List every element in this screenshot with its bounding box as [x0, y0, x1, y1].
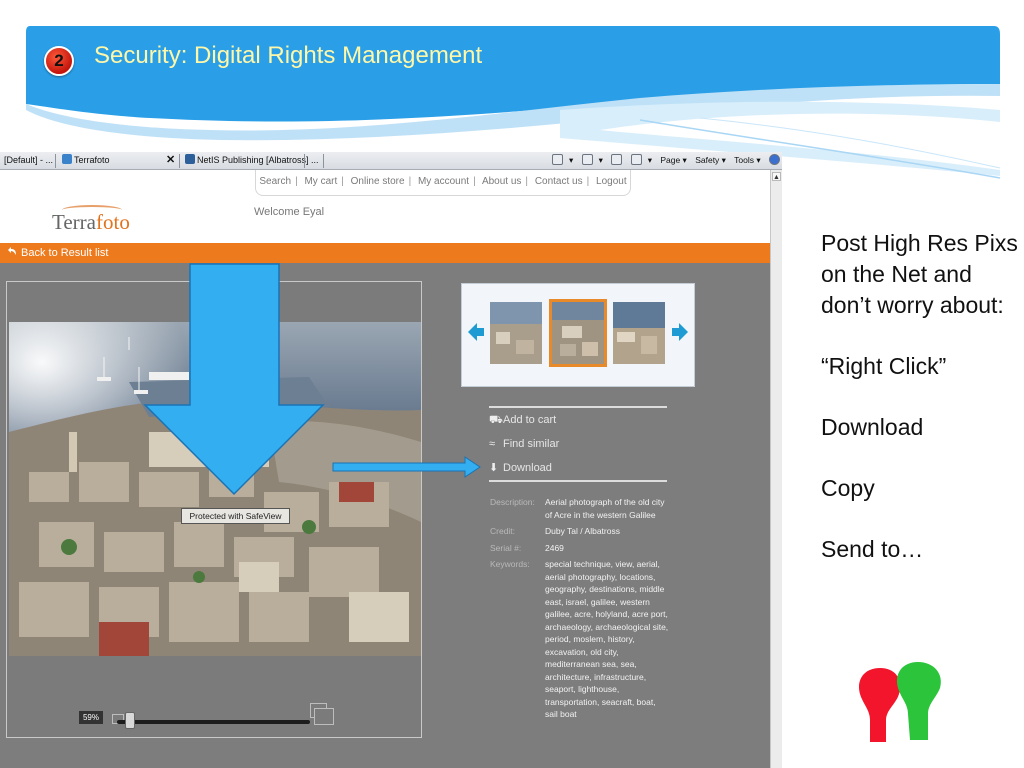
mail-icon[interactable]: [611, 154, 623, 165]
site-header: Search | My cart | Online store | My accoun…: [0, 170, 770, 243]
help-icon[interactable]: [769, 154, 781, 165]
detail-value: Aerial photograph of the old city of Acr…: [545, 497, 665, 520]
top-navigation: Search | My cart | Online store | My accoun…: [255, 170, 631, 196]
detail-row-description: Description: Aerial photograph of the old…: [490, 496, 670, 521]
thumbnail-1[interactable]: [490, 302, 542, 364]
detail-key: Description:: [490, 497, 535, 507]
tab-label: Terrafoto: [74, 155, 110, 165]
tab-separator: [55, 154, 56, 168]
thumbnail-3[interactable]: [613, 302, 665, 364]
tab-terrafoto[interactable]: Terrafoto: [58, 153, 164, 169]
tab-default[interactable]: [Default] - ...: [0, 153, 54, 169]
print-icon[interactable]: [630, 154, 642, 165]
divider: [489, 480, 667, 482]
find-similar-label: Find similar: [503, 438, 560, 450]
safeview-protection-label: Protected with SafeView: [181, 508, 290, 524]
cart-icon: ⛟: [489, 414, 503, 426]
zoom-percentage: 59%: [79, 711, 103, 724]
download-button[interactable]: ⬇ Download: [489, 456, 667, 480]
bullet-intro: Post High Res Pixs on the Net and don’t …: [821, 230, 1018, 318]
feeds-icon[interactable]: [581, 154, 593, 165]
add-to-cart-label: Add to cart: [503, 414, 557, 426]
browser-command-bar: ▾ ▾ ▾ Page ▾ Safety ▾ Tools ▾: [552, 153, 782, 169]
welcome-message: Welcome Eyal: [254, 206, 325, 218]
bullet-send-to: Send to…: [821, 536, 924, 562]
bullet-right-click: “Right Click”: [821, 353, 947, 379]
logo-main: Terra: [52, 210, 96, 234]
detail-value: Duby Tal / Albatross: [545, 526, 620, 536]
detail-value: special technique, view, aerial, aerial …: [545, 559, 669, 719]
safety-menu[interactable]: Safety ▾: [695, 155, 726, 165]
tab-label: NetIS Publishing [Albatross] ...: [197, 155, 319, 165]
browser-window: [Default] - ... Terrafoto ✕ NetIS Publis…: [0, 152, 782, 768]
download-label: Download: [503, 462, 552, 474]
detail-row-serial: Serial #: 2469: [490, 542, 670, 555]
download-icon: ⬇: [489, 462, 499, 474]
detail-row-keywords: Keywords: special technique, view, aerial…: [490, 558, 670, 721]
nav-search[interactable]: Search: [259, 176, 291, 187]
prev-arrow-icon[interactable]: [468, 322, 484, 342]
aerial-photo: [9, 322, 421, 656]
detail-value: 2469: [545, 542, 564, 553]
thumbnail-2-selected[interactable]: [549, 299, 607, 367]
slide-number-badge: 2: [44, 46, 74, 76]
similar-icon: ≈: [489, 438, 496, 450]
terrafoto-logo[interactable]: Terrafoto: [52, 210, 130, 235]
logo-accent: foto: [96, 210, 130, 234]
tab-separator: [304, 154, 305, 168]
nav-my-account[interactable]: My account: [418, 176, 469, 187]
find-similar-button[interactable]: ≈ Find similar: [489, 432, 667, 456]
page-scrollbar[interactable]: ▲: [770, 170, 782, 768]
next-arrow-icon[interactable]: [672, 322, 688, 342]
nav-logout[interactable]: Logout: [596, 176, 627, 187]
tab-label: [Default] - ...: [4, 155, 54, 165]
thumbnail-carousel: [461, 283, 695, 387]
back-link-label: Back to Result list: [21, 247, 109, 259]
nav-about-us[interactable]: About us: [482, 176, 521, 187]
image-details: Description: Aerial photograph of the old…: [490, 496, 670, 725]
scroll-up-arrow-icon[interactable]: ▲: [772, 172, 781, 181]
detail-key: Keywords:: [490, 559, 530, 569]
red-green-bulbs-icon: [858, 662, 941, 742]
detail-key: Serial #:: [490, 542, 522, 553]
slide-title: Security: Digital Rights Management: [94, 42, 483, 69]
tab-separator: [323, 154, 324, 168]
home-icon[interactable]: [552, 154, 563, 165]
photo-viewer: Protected with SafeView 59%: [6, 281, 422, 738]
back-arrow-icon: [8, 247, 16, 255]
site-icon: [185, 154, 195, 164]
tools-menu[interactable]: Tools ▾: [734, 155, 760, 165]
back-to-results-link[interactable]: Back to Result list: [8, 246, 108, 259]
result-bar: Back to Result list: [0, 243, 770, 263]
zoom-slider-track[interactable]: [117, 720, 310, 724]
nav-my-cart[interactable]: My cart: [304, 176, 337, 187]
tab-netis[interactable]: NetIS Publishing [Albatross] ...: [181, 153, 319, 169]
detail-row-credit: Credit: Duby Tal / Albatross: [490, 525, 670, 538]
nav-online-store[interactable]: Online store: [351, 176, 405, 187]
add-to-cart-button[interactable]: ⛟Add to cart: [489, 408, 667, 432]
browser-tab-bar: [Default] - ... Terrafoto ✕ NetIS Publis…: [0, 152, 782, 170]
close-tab-icon[interactable]: ✕: [166, 153, 175, 168]
tab-separator: [179, 154, 180, 168]
zoom-slider-handle[interactable]: [125, 712, 135, 729]
image-actions: ⛟Add to cart ≈ Find similar ⬇ Download: [489, 406, 667, 482]
slide-bullet-list: Post High Res Pixs on the Net and don’t …: [821, 228, 1021, 565]
web-page: Search | My cart | Online store | My accoun…: [0, 170, 770, 768]
bullet-copy: Copy: [821, 475, 875, 501]
page-menu[interactable]: Page ▾: [660, 155, 686, 165]
bullet-download: Download: [821, 414, 924, 440]
slide: 2 Security: Digital Rights Management [D…: [0, 0, 1024, 768]
nav-contact-us[interactable]: Contact us: [535, 176, 583, 187]
ie-icon: [62, 154, 72, 164]
zoom-large-icon[interactable]: [310, 703, 334, 725]
detail-key: Credit:: [490, 526, 516, 536]
